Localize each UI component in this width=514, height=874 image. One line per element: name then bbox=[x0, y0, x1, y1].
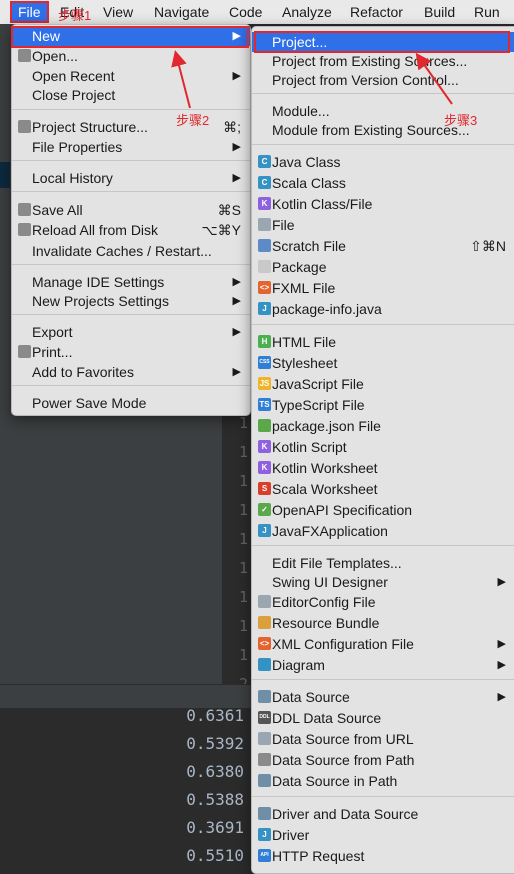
annotation-arrows bbox=[171, 50, 453, 109]
step2-arrow bbox=[171, 50, 191, 109]
step3-arrow bbox=[415, 52, 453, 105]
